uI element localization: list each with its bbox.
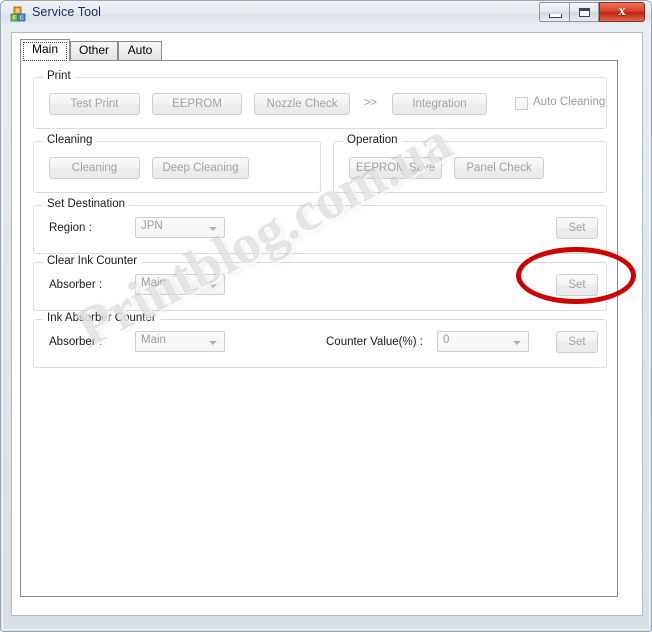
ink-absorber-select[interactable]: Main (135, 331, 225, 352)
counter-value-label: Counter Value(%) : (326, 336, 423, 348)
group-ink-absorber-counter-title: Ink Absorber Counter (43, 312, 160, 324)
region-select-value: JPN (141, 220, 163, 232)
window-title: Service Tool (32, 5, 102, 19)
minimize-button[interactable] (539, 2, 569, 22)
tab-other-label: Other (78, 43, 109, 57)
group-ink-absorber-counter: Ink Absorber Counter Absorber : Main Cou… (33, 312, 607, 368)
clear-ink-absorber-select[interactable]: Main (135, 274, 225, 295)
app-blocks-icon: N F C (10, 6, 26, 22)
tab-other[interactable]: Other (70, 41, 118, 60)
tab-auto-label: Auto (127, 43, 153, 57)
group-print: Print Test Print EEPROM Nozzle Check >> … (33, 70, 607, 129)
maximize-button[interactable] (569, 2, 599, 22)
chevron-down-icon (209, 284, 217, 288)
maximize-icon (579, 8, 590, 17)
group-clear-ink-counter: Clear Ink Counter Absorber : Main Set (33, 255, 607, 311)
chevron-down-icon (209, 341, 217, 345)
client-area: Main Other Auto Print Test Print EEPROM … (11, 32, 643, 616)
nozzle-check-button[interactable]: Nozzle Check (254, 93, 350, 115)
ink-absorber-label: Absorber : (49, 336, 103, 348)
clear-ink-counter-set-button[interactable]: Set (556, 274, 598, 296)
counter-value-select[interactable]: 0 (437, 331, 529, 352)
chevron-down-icon (209, 227, 217, 231)
tab-strip-underline (20, 60, 618, 61)
auto-cleaning-label: Auto Cleaning (533, 96, 606, 108)
svg-text:F: F (13, 16, 16, 22)
tab-main[interactable]: Main (20, 39, 70, 61)
region-select[interactable]: JPN (135, 217, 225, 238)
deep-cleaning-button[interactable]: Deep Cleaning (152, 157, 249, 179)
svg-text:C: C (20, 16, 24, 22)
close-button[interactable]: x (599, 2, 645, 22)
tab-auto[interactable]: Auto (118, 41, 162, 60)
cleaning-button[interactable]: Cleaning (49, 157, 140, 179)
group-print-title: Print (43, 70, 75, 82)
group-set-destination: Set Destination Region : JPN Set (33, 198, 607, 254)
region-label: Region : (49, 222, 92, 234)
eeprom-save-button[interactable]: EEPROM Save (349, 157, 442, 179)
clear-ink-absorber-label: Absorber : (49, 279, 103, 291)
close-icon: x (618, 4, 626, 19)
group-cleaning: Cleaning Cleaning Deep Cleaning (33, 134, 321, 193)
panel-check-button[interactable]: Panel Check (454, 157, 544, 179)
application-window: N F C Service Tool x Main Other Auto Pri… (0, 0, 652, 632)
title-bar[interactable]: N F C Service Tool x (1, 1, 651, 28)
minimize-icon (549, 14, 562, 18)
tab-strip: Main Other Auto (20, 39, 618, 61)
chevron-right-icon: >> (364, 95, 377, 109)
tab-page-main: Print Test Print EEPROM Nozzle Check >> … (20, 60, 618, 597)
group-cleaning-title: Cleaning (43, 134, 97, 146)
counter-value-select-value: 0 (443, 334, 450, 346)
group-set-destination-title: Set Destination (43, 198, 129, 210)
group-operation: Operation EEPROM Save Panel Check (333, 134, 607, 193)
group-operation-title: Operation (343, 134, 402, 146)
group-clear-ink-counter-title: Clear Ink Counter (43, 255, 142, 267)
test-print-button[interactable]: Test Print (49, 93, 140, 115)
ink-absorber-select-value: Main (141, 334, 166, 346)
tab-focus-rectangle (23, 42, 67, 61)
integration-button[interactable]: Integration (392, 93, 487, 115)
auto-cleaning-checkbox[interactable] (515, 97, 528, 110)
eeprom-button[interactable]: EEPROM (152, 93, 242, 115)
set-destination-set-button[interactable]: Set (556, 217, 598, 239)
chevron-down-icon (513, 341, 521, 345)
ink-absorber-counter-set-button[interactable]: Set (556, 331, 598, 353)
clear-ink-absorber-select-value: Main (141, 277, 166, 289)
